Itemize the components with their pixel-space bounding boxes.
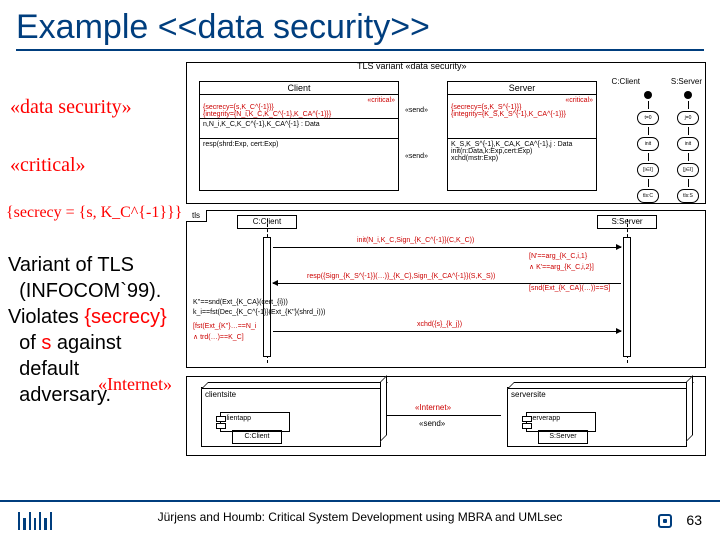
- node-server: serversite serverapp S:Server: [507, 387, 687, 447]
- send-label-2: «send»: [405, 153, 428, 160]
- msg-3: resp({Sign_{K_S^{-1}}(…)}_{K_C},Sign_{K_…: [307, 273, 495, 280]
- server-class: Server «critical» {secrecy={s,K_S^{-1}}}…: [447, 81, 597, 191]
- statemachine-server: j=0 init [j∈I] tls:S: [675, 77, 701, 187]
- send-label-1: «send»: [405, 107, 428, 114]
- inner-server: S:Server: [538, 430, 588, 444]
- server-tags: «critical» {secrecy={s,K_S^{-1}}} {integ…: [448, 95, 596, 139]
- server-ops: K_S,K_S^{-1},K_CA,K_CA^{-1},j : Data ini…: [448, 139, 596, 169]
- footer-text: Jürjens and Houmb: Critical System Devel…: [0, 508, 720, 524]
- client-title: Client: [200, 82, 398, 95]
- dep-send-label: «send»: [419, 419, 445, 428]
- ann-critical: «critical»: [10, 154, 86, 177]
- msg-2a: [N'==arg_{K_C,i,1}: [529, 253, 587, 260]
- seq-tab: tls: [186, 210, 207, 222]
- msg-arrow-1: [273, 247, 621, 248]
- ann-secrecy: {secrecy = {s, K_C^{-1}}}: [6, 204, 182, 222]
- statemachine-client: t=0 init [i∈I] tls:C: [635, 77, 661, 187]
- dep-link: [387, 415, 501, 416]
- server-title: Server: [448, 82, 596, 95]
- tum-logo-icon: [18, 512, 52, 530]
- client-ops: resp(shrd:Exp, cert:Exp): [200, 139, 398, 157]
- footer: Jürjens and Houmb: Critical System Devel…: [0, 500, 720, 534]
- sequence-diagram: tls C:Client S:Server init(N_i,K_C,Sign_…: [186, 210, 706, 368]
- msg-2b: ∧ K'==arg_{K_C,i,2}]: [529, 263, 594, 271]
- msg-3b: [snd(Ext_{K_CA}(…))==S]: [529, 285, 610, 292]
- dep-internet-label: «Internet»: [415, 403, 451, 412]
- title-rule: [16, 49, 704, 51]
- body-text: Variant of TLS (INFOCOM`99). Violates {s…: [8, 252, 188, 408]
- class-diagram: TLS variant «data security» Client «crit…: [186, 62, 706, 204]
- msg-4: xchd({s}_{k_j}): [417, 321, 462, 328]
- deployment-diagram: clientsite clientapp C:Client serversite…: [186, 376, 706, 456]
- msg-1: init(N_i,K_C,Sign_{K_C^{-1}}(C,K_C)): [357, 237, 474, 244]
- slide-title: Example <<data security>>: [16, 8, 704, 47]
- client-tags: «critical» {secrecy={s,K_C^{-1}}} {integ…: [200, 95, 398, 119]
- note-4: ∧ trd(…)==K_C]: [193, 333, 244, 341]
- msg-arrow-2: [273, 283, 621, 284]
- note-2: k_i==fst(Dec_{K_C^{-1}}(Ext_{K''}(shrd_i…: [193, 309, 325, 316]
- marker-icon: [658, 514, 672, 528]
- inner-client: C:Client: [232, 430, 282, 444]
- node-client: clientsite clientapp C:Client: [201, 387, 381, 447]
- ann-data-security: «data security»: [10, 96, 132, 119]
- comp-server: serverapp: [526, 412, 596, 432]
- comp-client: clientapp: [220, 412, 290, 432]
- msg-arrow-3: [273, 331, 621, 332]
- note-1: K''==snd(Ext_{K_CA}(cert_{i})): [193, 299, 288, 306]
- page-number: 63: [686, 512, 702, 528]
- note-3: [fst(Ext_{K''}…==N_i: [193, 323, 256, 330]
- top-label: TLS variant «data security»: [357, 61, 467, 71]
- client-class: Client «critical» {secrecy={s,K_C^{-1}}}…: [199, 81, 399, 191]
- client-attrs: n,N_i,K_C,K_C^{-1},K_CA^{-1} : Data: [200, 119, 398, 139]
